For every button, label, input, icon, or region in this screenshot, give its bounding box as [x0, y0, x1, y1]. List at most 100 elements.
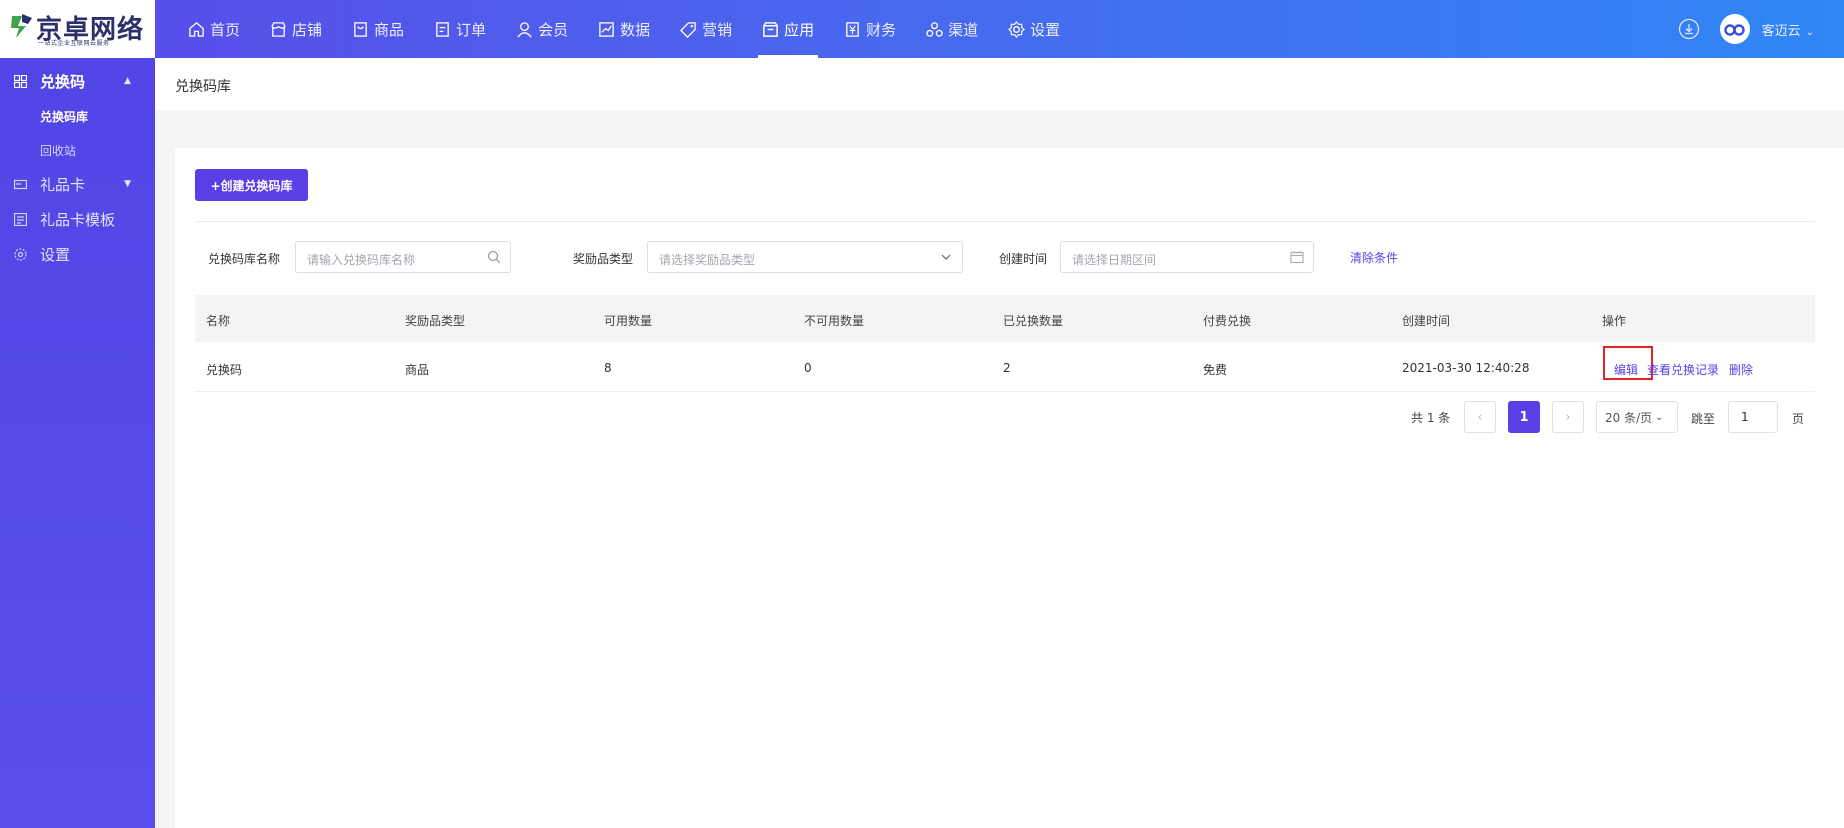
content-card: +创建兑换码库 兑换码库名称 请输入兑换码库名称 奖励品类型 请选择奖励品类型 …	[175, 148, 1844, 828]
page-unit-label: 页	[1792, 412, 1805, 426]
date-range-picker[interactable]: 请选择日期区间	[1060, 241, 1314, 273]
column-header: 名称	[206, 314, 231, 328]
nav-label: 数据	[620, 20, 651, 39]
clear-filters-link[interactable]: 清除条件	[1350, 249, 1398, 266]
column-header: 创建时间	[1402, 314, 1451, 328]
reward-type-select[interactable]: 请选择奖励品类型	[647, 241, 963, 273]
nav-label: 商品	[374, 20, 405, 39]
nav-label: 会员	[538, 20, 569, 39]
edit-link[interactable]: 编辑	[1614, 361, 1638, 378]
nav-settings[interactable]: 设置	[996, 0, 1072, 58]
user-area: 客迈云 ⌄	[1678, 0, 1814, 58]
table-header: 名称 奖励品类型 可用数量 不可用数量 已兑换数量 付费兑换 创建时间 操作	[195, 295, 1815, 342]
sidebar-item-redeem-code[interactable]: 兑换码 ▲	[0, 66, 155, 96]
brand-slogan: 一站式企业互联网云服务	[38, 40, 110, 47]
nav-home[interactable]: 首页	[176, 0, 252, 58]
column-header: 付费兑换	[1203, 314, 1252, 328]
chevron-down-icon: ⌄	[1655, 411, 1664, 423]
calendar-icon	[1290, 251, 1304, 264]
goto-page-input[interactable]	[1728, 401, 1778, 433]
view-redeem-records-link[interactable]: 查看兑换记录	[1647, 361, 1719, 378]
nav-label: 设置	[1030, 20, 1061, 39]
user-menu[interactable]: 客迈云 ⌄	[1762, 20, 1814, 39]
next-page-button[interactable]: ›	[1552, 401, 1584, 433]
nav-label: 应用	[784, 20, 815, 39]
sidebar-item-gift-card-template[interactable]: 礼品卡模板	[0, 204, 155, 234]
top-navbar: 京卓网络 一站式企业互联网云服务 首页 店铺 商品 订单 会员 数据 营销 应用…	[0, 0, 1844, 58]
column-header: 操作	[1602, 314, 1627, 328]
user-icon	[517, 21, 532, 37]
nav-store[interactable]: 店铺	[258, 0, 334, 58]
nav-label: 订单	[456, 20, 487, 39]
app-icon	[763, 21, 778, 37]
main-nav: 首页 店铺 商品 订单 会员 数据 营销 应用 财务 渠道 设置	[176, 0, 1078, 58]
gear-icon	[1008, 20, 1026, 38]
goto-label: 跳至	[1691, 412, 1716, 426]
breadcrumb: 兑换码库	[155, 58, 1844, 110]
sidebar-subitem-redeem-library[interactable]: 兑换码库	[40, 108, 88, 125]
sidebar-item-settings[interactable]: 设置	[0, 239, 155, 269]
template-icon	[14, 212, 27, 226]
sidebar-item-label: 兑换码	[40, 72, 86, 91]
nav-product[interactable]: 商品	[340, 0, 416, 58]
nav-data[interactable]: 数据	[586, 0, 662, 58]
divider	[195, 221, 1815, 222]
pagination-total: 共 1 条	[1411, 411, 1451, 425]
brand-logo[interactable]: 京卓网络 一站式企业互联网云服务	[0, 0, 155, 58]
nav-app[interactable]: 应用	[750, 0, 826, 58]
nav-marketing[interactable]: 营销	[668, 0, 744, 58]
cell-redeemed: 2	[1003, 361, 1011, 375]
sidebar-subitem-recycle-bin[interactable]: 回收站	[40, 142, 76, 159]
page-title: 兑换码库	[175, 79, 231, 95]
grid-icon	[14, 74, 27, 88]
nav-label: 财务	[866, 20, 897, 39]
page-button-current[interactable]: 1	[1508, 401, 1540, 433]
sidebar: 兑换码 ▲ 兑换码库 回收站 礼品卡 ▼ 礼品卡模板 设置	[0, 58, 155, 828]
card-icon	[14, 179, 27, 189]
column-header: 不可用数量	[804, 314, 865, 328]
finance-icon	[846, 21, 859, 37]
chevron-down-icon: ⌄	[1805, 26, 1814, 38]
page-size-select[interactable]: 20 条/页 ⌄	[1596, 401, 1678, 433]
search-icon[interactable]	[487, 250, 501, 264]
column-header: 可用数量	[604, 314, 653, 328]
prev-page-button[interactable]: ‹	[1464, 401, 1496, 433]
gear-icon	[14, 247, 27, 261]
select-placeholder: 请选择奖励品类型	[659, 253, 756, 267]
caret-down-icon: ▼	[124, 179, 131, 189]
nav-channel[interactable]: 渠道	[914, 0, 990, 58]
user-name: 客迈云	[1761, 23, 1801, 39]
search-input[interactable]: 请输入兑换码库名称	[295, 241, 511, 273]
logo-mark-icon	[11, 14, 32, 38]
delete-link[interactable]: 删除	[1729, 361, 1753, 378]
sidebar-item-label: 礼品卡模板	[40, 210, 116, 229]
nav-member[interactable]: 会员	[504, 0, 580, 58]
filter-name-label: 兑换码库名称	[208, 252, 281, 266]
filter-time-label: 创建时间	[999, 252, 1048, 266]
chart-icon	[599, 21, 614, 37]
cell-name: 兑换码	[206, 363, 243, 377]
cell-unavailable: 0	[804, 361, 812, 375]
sidebar-item-label: 礼品卡	[40, 175, 86, 194]
nav-label: 首页	[210, 20, 241, 39]
nav-label: 营销	[702, 20, 733, 39]
create-redeem-library-button[interactable]: +创建兑换码库	[195, 169, 308, 201]
channel-icon	[926, 21, 943, 37]
download-icon[interactable]	[1678, 18, 1700, 40]
cell-reward-type: 商品	[405, 363, 430, 377]
table-row: 兑换码 商品 8 0 2 免费 2021-03-30 12:40:28 编辑 查…	[195, 342, 1815, 392]
home-icon	[189, 21, 204, 37]
sidebar-item-gift-card[interactable]: 礼品卡 ▼	[0, 169, 155, 199]
tag-icon	[680, 21, 696, 38]
sidebar-item-label: 设置	[40, 245, 71, 264]
store-icon	[271, 21, 286, 37]
nav-label: 店铺	[292, 20, 323, 39]
avatar[interactable]	[1719, 14, 1750, 44]
date-placeholder: 请选择日期区间	[1072, 253, 1157, 267]
nav-order[interactable]: 订单	[422, 0, 498, 58]
page-size-value: 20 条/页	[1605, 410, 1653, 425]
order-icon	[436, 21, 449, 37]
cell-paid-redeem: 免费	[1203, 363, 1228, 377]
nav-finance[interactable]: 财务	[832, 0, 908, 58]
filter-type-label: 奖励品类型	[573, 252, 634, 266]
